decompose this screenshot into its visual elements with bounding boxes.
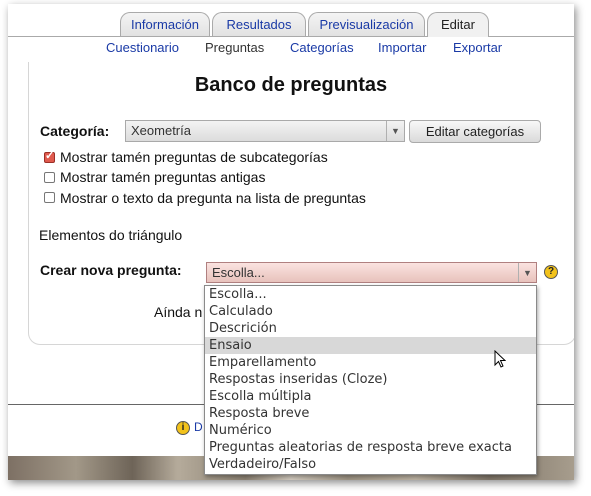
create-question-label: Crear nova pregunta: [40,262,182,278]
dropdown-option[interactable]: Verdadeiro/Falso [205,456,536,473]
dropdown-option[interactable]: Resposta breve [205,405,536,422]
dropdown-option[interactable]: Respostas inseridas (Cloze) [205,371,536,388]
dropdown-option[interactable]: Escolla múltipla [205,388,536,405]
dropdown-option[interactable]: Escolla... [205,286,536,303]
footer-link[interactable]: D [194,420,203,434]
tab-previsualizacion[interactable]: Previsualización [308,12,425,36]
show-subcategories-checkbox[interactable] [44,149,55,163]
question-type-dropdown: Escolla... Calculado Descrición Ensaio E… [204,285,537,475]
subtab-categorias[interactable]: Categorías [290,40,354,55]
tab-editar[interactable]: Editar [427,12,489,37]
show-old-questions-label: Mostrar tamén preguntas antigas [60,169,266,185]
chevron-down-icon: ▼ [518,263,536,282]
info-icon: i [176,421,190,435]
show-question-text-checkbox[interactable] [44,192,55,203]
category-select[interactable]: Xeometría ▼ [125,120,405,142]
subtab-preguntas: Preguntas [205,40,265,55]
dropdown-option[interactable]: Preguntas aleatorias de resposta breve e… [205,439,536,456]
dropdown-option[interactable]: Descrición [205,320,536,337]
dropdown-option[interactable]: Calculado [205,303,536,320]
edit-categories-button[interactable]: Editar categorías [409,120,541,143]
show-question-text-label: Mostrar o texto da pregunta na lista de … [60,190,366,206]
category-label: Categoría: [40,123,110,139]
question-type-select-value: Escolla... [212,265,265,280]
help-icon[interactable]: ? [544,265,558,279]
chevron-down-icon: ▼ [386,121,404,141]
tab-resultados[interactable]: Resultados [212,12,306,36]
tab-informacion[interactable]: Información [120,12,210,36]
mouse-cursor-icon [494,350,506,368]
dropdown-option[interactable]: Emparellamento [205,354,536,371]
subtab-importar[interactable]: Importar [378,40,426,55]
page-title: Banco de preguntas [194,74,388,96]
dropdown-option[interactable]: Numérico [205,422,536,439]
browser-frame: Información Resultados Previsualización … [8,4,574,480]
tab-row: Información Resultados Previsualización … [8,4,574,37]
show-old-questions-checkbox[interactable] [44,172,55,183]
subtabs: Cuestionario Preguntas Categorías Import… [8,38,574,60]
subtab-exportar[interactable]: Exportar [453,40,502,55]
show-subcategories-label: Mostrar tamén preguntas de subcategorías [60,149,328,165]
category-name: Elementos do triángulo [39,227,183,243]
dropdown-option-highlighted[interactable]: Ensaio [205,337,536,354]
question-type-select[interactable]: Escolla... ▼ [206,262,537,283]
subtab-cuestionario[interactable]: Cuestionario [106,40,179,55]
category-select-value: Xeometría [131,123,191,138]
partial-text: Aínda n [154,304,203,320]
